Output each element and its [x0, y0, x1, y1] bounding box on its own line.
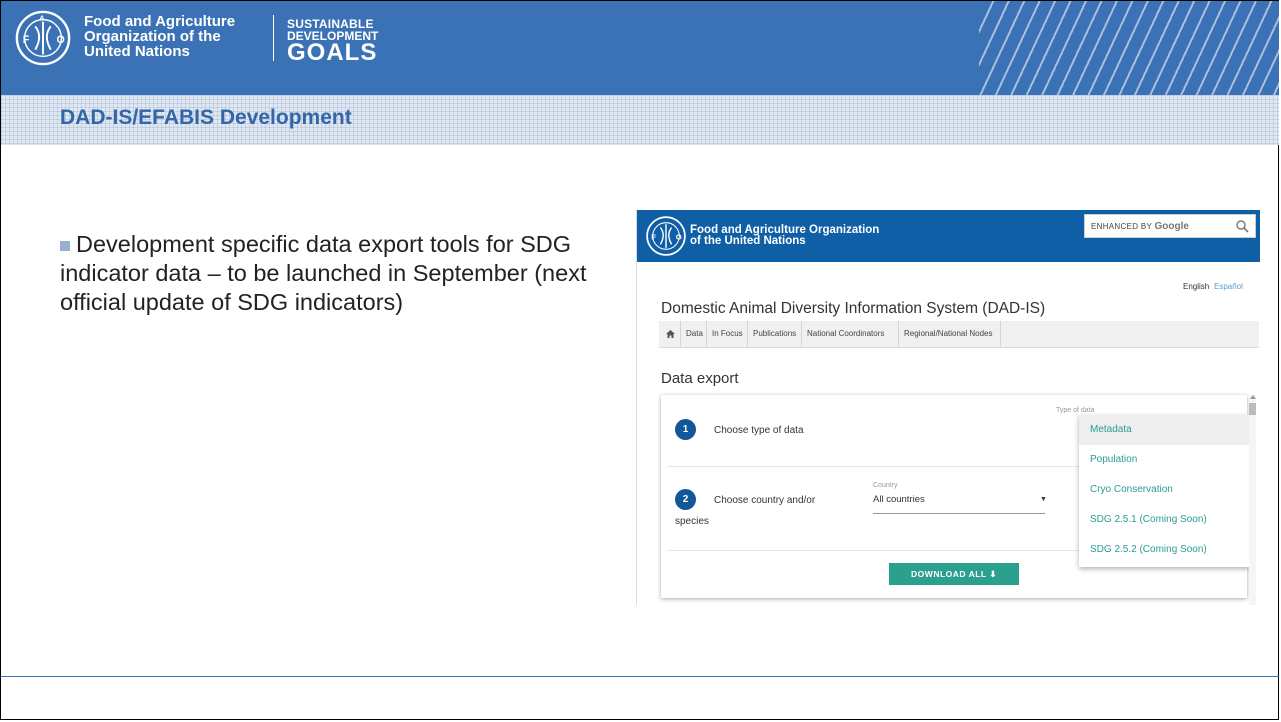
step-2-label: Choose country and/or: [714, 495, 816, 506]
country-label: Country: [873, 482, 898, 489]
nav-home[interactable]: [659, 321, 681, 347]
nav-publications[interactable]: Publications: [748, 321, 802, 347]
site-search-input[interactable]: ENHANCED BY Google: [1084, 214, 1256, 238]
footer-divider: [1, 676, 1279, 677]
search-branding: ENHANCED BY Google: [1091, 221, 1189, 232]
type-of-data-label: Type of data: [1056, 407, 1095, 414]
slide-header-bar: F O A Food and Agriculture Organization …: [1, 1, 1279, 95]
chevron-down-icon[interactable]: ▼: [1040, 496, 1047, 503]
option-metadata[interactable]: Metadata: [1079, 415, 1249, 445]
site-header: F O Food and Agriculture Organization of…: [637, 210, 1260, 262]
svg-text:F: F: [23, 34, 30, 46]
fao-organization-name: Food and Agriculture Organization of the…: [84, 13, 236, 60]
logo-separator: [273, 15, 274, 61]
language-spanish-link[interactable]: Español: [1214, 282, 1243, 291]
scrollbar-thumb[interactable]: [1249, 403, 1256, 415]
home-icon: [666, 330, 675, 338]
download-all-button[interactable]: DOWNLOAD ALL ⬇: [889, 563, 1019, 585]
option-sdg-251[interactable]: SDG 2.5.1 (Coming Soon): [1079, 505, 1249, 535]
nav-in-focus[interactable]: In Focus: [707, 321, 748, 347]
language-english-link[interactable]: English: [1183, 282, 1209, 291]
nav-regional-national-nodes[interactable]: Regional/National Nodes: [899, 321, 1001, 347]
data-export-title: Data export: [661, 370, 739, 387]
svg-text:O: O: [57, 34, 65, 46]
step-1-badge: 1: [675, 419, 696, 440]
step-2-label-cont: species: [675, 516, 709, 527]
type-of-data-dropdown: Metadata Population Cryo Conservation SD…: [1079, 415, 1249, 567]
step-1-label: Choose type of data: [714, 425, 804, 436]
site-nav-bar: Data In Focus Publications National Coor…: [659, 321, 1259, 348]
svg-text:F: F: [651, 233, 656, 242]
site-fao-logo-icon: F O: [646, 216, 686, 256]
nav-national-coordinators[interactable]: National Coordinators: [802, 321, 899, 347]
header-stripes-decoration: [979, 1, 1279, 95]
fao-logo-icon: F O A: [15, 10, 71, 66]
country-select[interactable]: All countries: [873, 494, 925, 505]
site-title: Domestic Animal Diversity Information Sy…: [661, 300, 1046, 317]
sdg-logo: SUSTAINABLE DEVELOPMENT GOALS: [287, 17, 379, 66]
option-sdg-252[interactable]: SDG 2.5.2 (Coming Soon): [1079, 535, 1249, 565]
site-org-name: Food and Agriculture Organization of the…: [690, 224, 880, 247]
svg-text:A: A: [39, 14, 45, 23]
data-export-card: 1 Choose type of data Type of data 2 Cho…: [661, 395, 1249, 598]
bullet-text: Development specific data export tools f…: [60, 231, 587, 315]
embedded-screenshot: F O Food and Agriculture Organization of…: [636, 210, 1260, 605]
svg-text:O: O: [676, 233, 682, 242]
slide-title: DAD-IS/EFABIS Development: [60, 106, 352, 129]
nav-data[interactable]: Data: [681, 321, 707, 347]
search-icon[interactable]: [1235, 219, 1249, 233]
country-select-underline: [873, 513, 1045, 514]
option-population[interactable]: Population: [1079, 445, 1249, 475]
option-cryo-conservation[interactable]: Cryo Conservation: [1079, 475, 1249, 505]
step-2-badge: 2: [675, 489, 696, 510]
scroll-up-arrow-icon[interactable]: [1250, 395, 1256, 399]
scrollbar[interactable]: [1249, 395, 1256, 605]
